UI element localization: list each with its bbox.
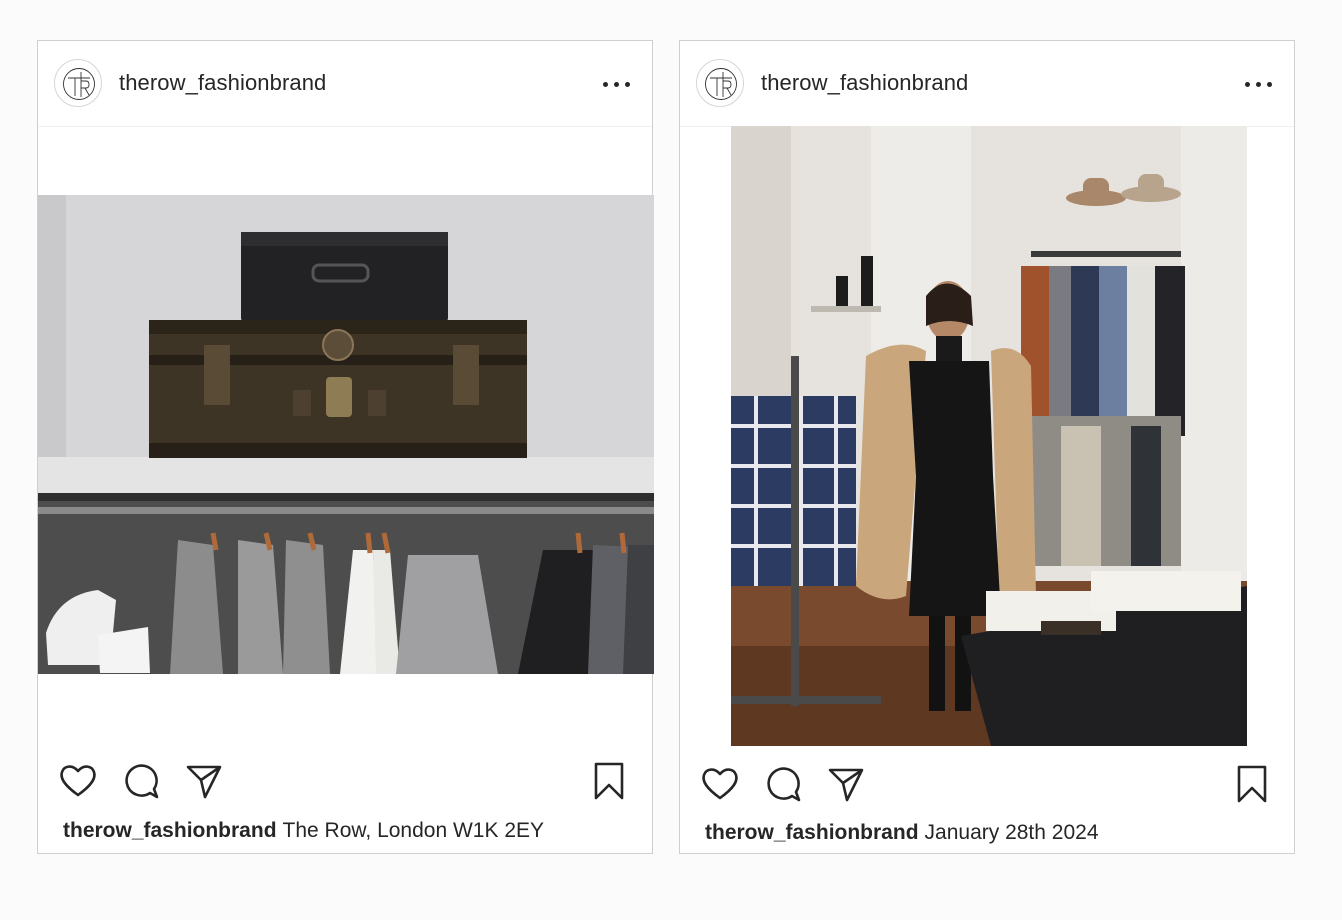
- post-header: therow_fashionbrand: [680, 41, 1294, 127]
- post-image[interactable]: [38, 195, 654, 674]
- post-card: therow_fashionbrand therow_fashionbrand …: [679, 40, 1295, 854]
- caption-username[interactable]: therow_fashionbrand: [63, 819, 277, 842]
- trunks-photo: [38, 195, 654, 674]
- caption-text: January 28th 2024: [924, 821, 1099, 844]
- the-row-monogram-logo: [63, 68, 95, 100]
- caption-text: The Row, London W1K 2EY: [282, 819, 545, 842]
- post-header: therow_fashionbrand: [38, 41, 652, 127]
- post-username[interactable]: therow_fashionbrand: [761, 70, 968, 96]
- profile-avatar[interactable]: [696, 59, 744, 107]
- share-icon[interactable]: [184, 761, 224, 801]
- post-username[interactable]: therow_fashionbrand: [119, 70, 326, 96]
- heart-icon[interactable]: [700, 764, 740, 804]
- bookmark-icon[interactable]: [1232, 764, 1272, 804]
- post-actions: [38, 759, 652, 803]
- more-options-icon[interactable]: [602, 72, 632, 96]
- post-caption: therow_fashionbrand January 28th 2024: [705, 821, 1099, 845]
- more-options-icon[interactable]: [1244, 72, 1274, 96]
- post-caption: therow_fashionbrand The Row, London W1K 2…: [63, 819, 544, 843]
- post-image[interactable]: [731, 126, 1247, 746]
- store-photo: [731, 126, 1247, 746]
- the-row-monogram-logo: [705, 68, 737, 100]
- comment-icon[interactable]: [763, 764, 803, 804]
- post-actions: [680, 762, 1294, 806]
- caption-username[interactable]: therow_fashionbrand: [705, 821, 919, 844]
- post-card: therow_fashionbrand therow_fashionbrand …: [37, 40, 654, 854]
- profile-avatar[interactable]: [54, 59, 102, 107]
- bookmark-icon[interactable]: [589, 761, 629, 801]
- heart-icon[interactable]: [58, 761, 98, 801]
- comment-icon[interactable]: [121, 761, 161, 801]
- share-icon[interactable]: [826, 764, 866, 804]
